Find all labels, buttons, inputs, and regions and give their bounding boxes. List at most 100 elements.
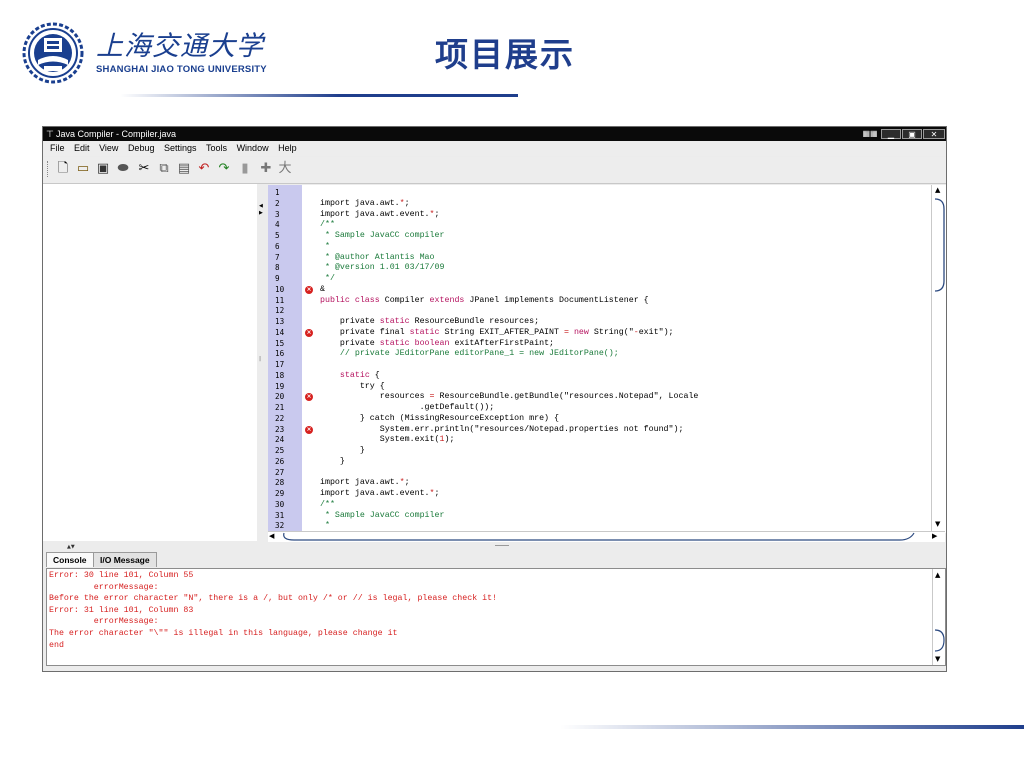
tab-console[interactable]: Console (46, 552, 94, 567)
code-line: System.err.println("resources/Notepad.pr… (320, 425, 684, 434)
line-number: 24 (275, 435, 285, 445)
copy-icon[interactable]: ⧉ (156, 161, 172, 177)
line-number: 6 (275, 241, 280, 251)
code-token: * (320, 521, 330, 531)
code-line: import java.awt.*; (320, 478, 410, 487)
console-scroll-thumb[interactable] (933, 629, 945, 653)
tee-icon: ⊤ (46, 129, 54, 139)
console-vertical-scrollbar[interactable]: ▲ ▼ (932, 569, 945, 665)
line-number: 19 (275, 381, 285, 391)
cut-icon[interactable]: ✂ (136, 161, 152, 177)
error-marker-icon[interactable]: × (305, 285, 313, 294)
code-line: public class Compiler extends JPanel imp… (320, 296, 649, 305)
editor-vertical-scrollbar[interactable]: ▲ ▼ (931, 185, 946, 533)
menu-window[interactable]: Window (237, 143, 269, 153)
line-number: 22 (275, 413, 285, 423)
bottom-tab-strip: Console I/O Message (43, 552, 946, 568)
scroll-right-icon[interactable]: ▶ (932, 532, 937, 540)
add-icon[interactable]: ✚ (258, 161, 274, 177)
code-token: JPanel implements DocumentListener { (464, 295, 649, 305)
maximize-button[interactable]: ▣ (902, 129, 922, 139)
scroll-thumb[interactable] (933, 197, 945, 293)
console-scroll-down-icon[interactable]: ▼ (935, 655, 940, 663)
console-scroll-up-icon[interactable]: ▲ (935, 571, 940, 579)
run-icon[interactable]: 大 (277, 161, 293, 177)
menu-tools[interactable]: Tools (206, 143, 227, 153)
line-number: 32 (275, 521, 285, 531)
code-line: } (320, 446, 365, 455)
new-file-icon[interactable]: 🗋 (55, 161, 71, 177)
code-line: try { (320, 382, 385, 391)
horizontal-splitter-grip[interactable] (495, 545, 509, 546)
collapse-right-icon[interactable]: ▶ (259, 210, 263, 216)
toolbar-grip[interactable] (47, 161, 51, 177)
open-folder-icon[interactable]: ▭ (75, 161, 91, 177)
redo-icon[interactable]: ↷ (216, 161, 232, 177)
console-output[interactable]: ▲ ▼ Error: 30 line 101, Column 55 errorM… (46, 568, 946, 666)
code-line: private static ResourceBundle resources; (320, 317, 539, 326)
code-token: static (339, 370, 370, 380)
paste-icon[interactable]: ▤ (176, 161, 192, 177)
menu-edit[interactable]: Edit (74, 143, 90, 153)
code-token: ResourceBundle resources; (409, 317, 540, 326)
code-line: } (320, 457, 345, 466)
split-arrows-icon[interactable]: ▲▼ (67, 544, 75, 550)
menu-file[interactable]: File (50, 143, 65, 153)
code-token: } catch (MissingResourceException mre) { (320, 413, 559, 423)
code-token: ; (434, 489, 440, 498)
code-token: import java.awt. (320, 478, 400, 488)
hscroll-thumb[interactable] (280, 532, 920, 542)
scroll-up-icon[interactable]: ▲ (935, 186, 940, 194)
code-line: */ (320, 274, 335, 283)
code-token: ; (404, 478, 410, 488)
window-titlebar[interactable]: ⊤ Java Compiler - Compiler.java ▦▦ ▁ ▣ ✕ (43, 127, 946, 141)
collapse-left-icon[interactable]: ◀ (259, 203, 263, 209)
code-token: * @version 1.01 03/17/09 (320, 263, 445, 273)
line-number: 23 (275, 424, 285, 434)
code-line: import java.awt.*; (320, 199, 410, 208)
tab-io-message[interactable]: I/O Message (93, 552, 157, 567)
code-token: private (320, 338, 380, 348)
console-line: Error: 31 line 101, Column 83 (49, 605, 194, 615)
grid-icon[interactable]: ▦▦ (861, 129, 879, 139)
code-token: } (320, 446, 365, 455)
error-marker-icon[interactable]: × (305, 393, 313, 402)
print-icon[interactable]: ⬬ (115, 161, 131, 177)
line-number-gutter: 1 2 3 4 5 6 7 8 9 10 11 12 13 14 15 16 17 18 19 20 21 22 23 24 2… (268, 185, 302, 533)
console-line: Before the error character "N", there is… (49, 594, 498, 604)
menu-debug[interactable]: Debug (128, 143, 155, 153)
code-line: * (320, 521, 330, 530)
code-token: } (320, 456, 345, 466)
menu-help[interactable]: Help (278, 143, 297, 153)
code-editor[interactable]: import java.awt.*; import java.awt.event.… (316, 185, 931, 533)
code-line: private static boolean exitAfterFirstPai… (320, 339, 554, 348)
code-token: .getDefault()); (320, 403, 495, 412)
code-line: import java.awt.event.*; (320, 210, 440, 219)
splitter-grip-icon[interactable]: ‖ (259, 356, 262, 362)
code-token: static boolean (379, 338, 450, 348)
editor-horizontal-scrollbar[interactable]: ◀ ▶ (268, 531, 945, 542)
minimize-button[interactable]: ▁ (881, 129, 901, 139)
error-marker-icon[interactable]: × (305, 328, 313, 337)
vertical-splitter[interactable]: ◀ ▶ ‖ (257, 184, 267, 541)
code-line: /** (320, 500, 335, 509)
code-token: /** (320, 499, 335, 509)
error-marker-icon[interactable]: × (305, 425, 313, 434)
menu-settings[interactable]: Settings (164, 143, 197, 153)
code-token: import java.awt. (320, 198, 400, 208)
undo-icon[interactable]: ↶ (196, 161, 212, 177)
save-icon[interactable]: ▣ (95, 161, 111, 177)
scroll-down-icon[interactable]: ▼ (935, 520, 940, 528)
scroll-left-icon[interactable]: ◀ (269, 532, 274, 540)
line-number: 17 (275, 360, 285, 369)
project-tree-pane[interactable] (43, 184, 258, 541)
code-line: * @author Atlantis Mao (320, 253, 435, 262)
line-number: 1 (275, 188, 280, 197)
menu-view[interactable]: View (99, 143, 118, 153)
footer-divider (560, 725, 1024, 729)
code-token: ResourceBundle.getBundle("resources.Note… (434, 392, 699, 402)
code-token: ; (404, 198, 410, 208)
close-button[interactable]: ✕ (923, 129, 945, 139)
page-icon[interactable]: ▮ (237, 161, 253, 177)
